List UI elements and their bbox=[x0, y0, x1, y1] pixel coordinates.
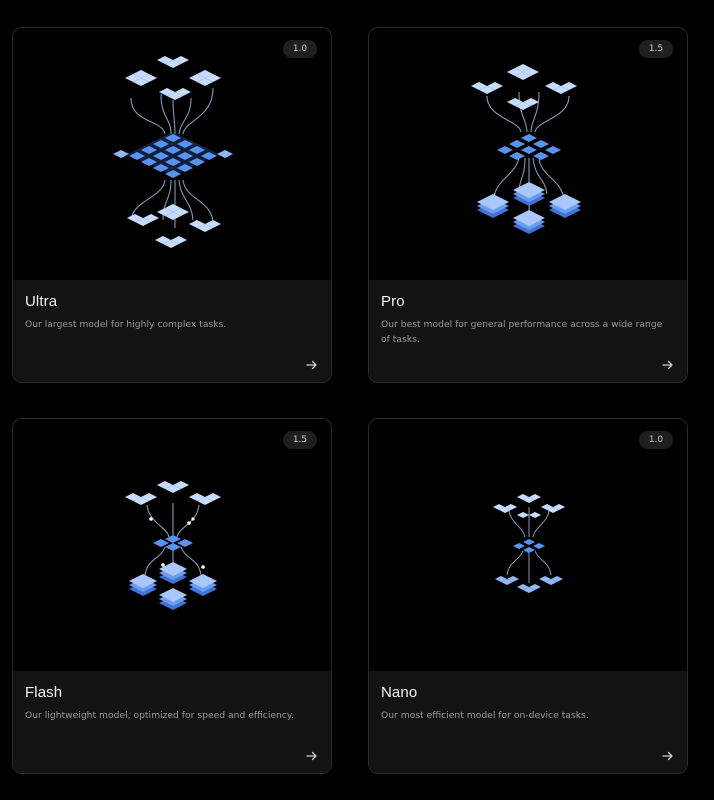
card-illustration: 1.5 bbox=[13, 419, 331, 671]
arrow-right-icon[interactable] bbox=[305, 358, 319, 372]
arrow-right-icon[interactable] bbox=[305, 749, 319, 763]
card-title: Flash bbox=[25, 684, 63, 701]
model-network-ultra-icon bbox=[113, 56, 233, 248]
model-network-flash-icon bbox=[125, 481, 221, 610]
card-info: Nano Our most efficient model for on-dev… bbox=[369, 671, 687, 773]
model-network-nano-icon bbox=[493, 494, 565, 593]
model-network-pro-icon bbox=[471, 64, 581, 234]
card-description: Our most efficient model for on-device t… bbox=[381, 710, 589, 721]
model-card-ultra[interactable]: 1.0 Ultra Our largest model for highly c… bbox=[12, 27, 332, 383]
card-illustration: 1.0 bbox=[13, 28, 331, 280]
card-description: Our lightweight model, optimized for spe… bbox=[25, 710, 294, 721]
arrow-right-icon[interactable] bbox=[661, 749, 675, 763]
model-card-flash[interactable]: 1.5 Flash Our lightweight model, optimiz… bbox=[12, 418, 332, 774]
card-illustration: 1.5 bbox=[369, 28, 687, 280]
version-badge: 1.5 bbox=[639, 40, 673, 58]
card-title: Nano bbox=[381, 684, 418, 701]
version-badge: 1.5 bbox=[283, 431, 317, 449]
card-illustration: 1.0 bbox=[369, 419, 687, 671]
card-info: Flash Our lightweight model, optimized f… bbox=[13, 671, 331, 773]
card-description: Our largest model for highly complex tas… bbox=[25, 319, 227, 330]
card-title: Ultra bbox=[25, 293, 58, 310]
card-title: Pro bbox=[381, 293, 405, 310]
model-cards-grid: 1.0 Ultra Our largest model for highly c… bbox=[0, 0, 714, 800]
arrow-right-icon[interactable] bbox=[661, 358, 675, 372]
model-card-nano[interactable]: 1.0 Nano Our most efficient model for on… bbox=[368, 418, 688, 774]
model-card-pro[interactable]: 1.5 Pro Our best model for general perfo… bbox=[368, 27, 688, 383]
version-badge: 1.0 bbox=[283, 40, 317, 58]
card-info: Ultra Our largest model for highly compl… bbox=[13, 280, 331, 382]
card-info: Pro Our best model for general performan… bbox=[369, 280, 687, 382]
card-description: Our best model for general performance a… bbox=[381, 319, 663, 345]
version-badge: 1.0 bbox=[639, 431, 673, 449]
